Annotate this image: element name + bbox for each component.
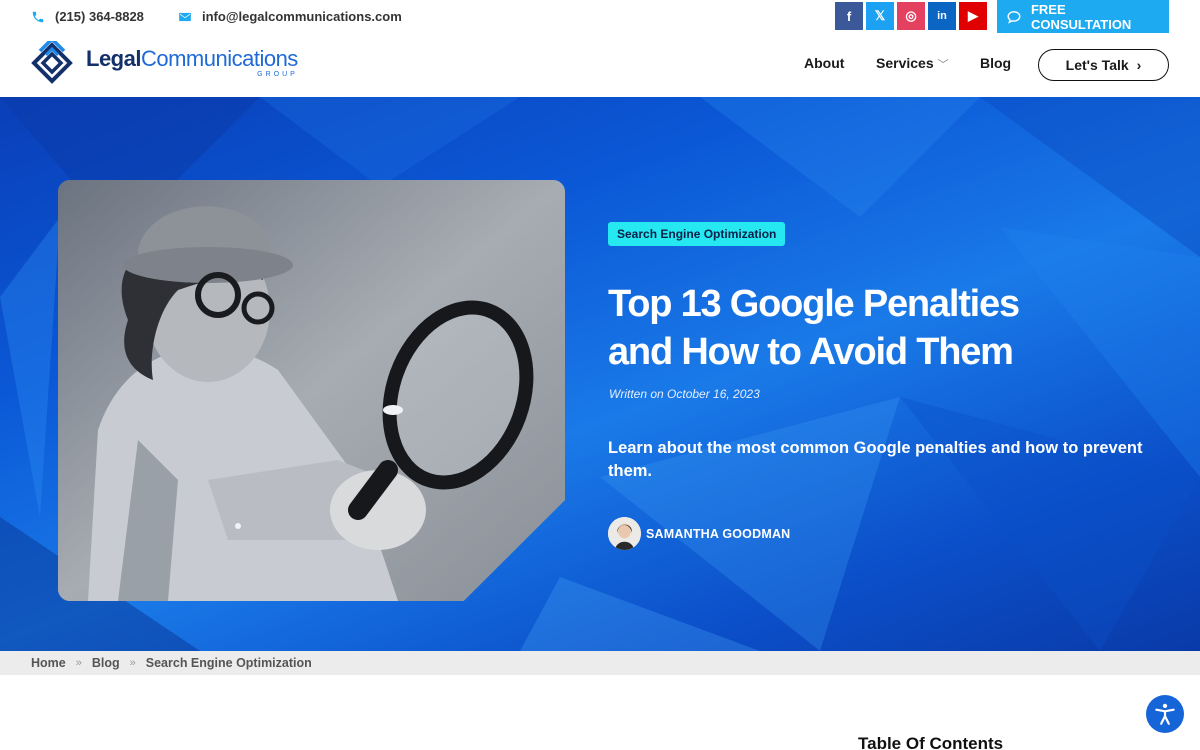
site-header: LegalCommunications GROUP About Services…	[0, 33, 1200, 97]
logo-subtext: GROUP	[257, 71, 298, 78]
lets-talk-label: Let's Talk	[1065, 57, 1129, 73]
envelope-icon	[179, 12, 191, 21]
breadcrumb-home[interactable]: Home	[31, 656, 66, 670]
top-bar: (215) 364-8828 info@legalcommunications.…	[0, 0, 1200, 33]
site-logo[interactable]: LegalCommunications GROUP	[30, 41, 298, 85]
youtube-icon[interactable]: ▶	[959, 2, 987, 30]
chevron-down-icon: ﹀	[937, 59, 949, 71]
phone-link[interactable]: (215) 364-8828	[31, 9, 144, 24]
hero-photo-child-magnifying-glass	[58, 180, 565, 601]
nav-blog[interactable]: Blog	[980, 55, 1011, 71]
free-consultation-label: FREE CONSULTATION	[1030, 1, 1132, 32]
nav-about[interactable]: About	[804, 55, 844, 71]
breadcrumb: Home » Blog » Search Engine Optimization	[0, 651, 1200, 675]
phone-number: (215) 364-8828	[55, 9, 144, 24]
instagram-icon[interactable]: ◎	[897, 2, 925, 30]
nav-services[interactable]: Services ﹀	[876, 55, 949, 72]
chat-bubble-icon	[1007, 10, 1021, 24]
linkedin-icon[interactable]: in	[928, 2, 956, 30]
breadcrumb-blog[interactable]: Blog	[92, 656, 120, 670]
author-avatar	[608, 517, 641, 550]
email-link[interactable]: info@legalcommunications.com	[178, 9, 402, 24]
email-address: info@legalcommunications.com	[202, 9, 402, 24]
nav-services-label: Services	[876, 55, 934, 71]
logo-text-bold: Legal	[86, 46, 141, 71]
post-subtitle: Learn about the most common Google penal…	[608, 439, 1143, 480]
lets-talk-button[interactable]: Let's Talk ›	[1038, 49, 1169, 81]
author-name: SAMANTHA GOODMAN	[646, 526, 791, 541]
post-date: Written on October 16, 2023	[609, 387, 760, 401]
social-links: f 𝕏 ◎ in ▶	[835, 2, 987, 30]
breadcrumb-separator: »	[75, 657, 82, 669]
facebook-icon[interactable]: f	[835, 2, 863, 30]
table-of-contents-heading: Table Of Contents	[858, 734, 1004, 750]
post-title: Top 13 Google Penalties and How to Avoid…	[608, 283, 1020, 373]
author-byline[interactable]: SAMANTHA GOODMAN	[608, 517, 790, 550]
phone-icon	[32, 11, 44, 22]
hero-banner: Search Engine Optimization Top 13 Google…	[0, 97, 1200, 651]
photo-illustration	[58, 180, 565, 601]
accessibility-icon	[1155, 703, 1175, 725]
free-consultation-button[interactable]: FREE CONSULTATION	[997, 0, 1169, 33]
x-twitter-icon[interactable]: 𝕏	[866, 2, 894, 30]
logo-diamond-icon	[31, 41, 73, 84]
breadcrumb-current: Search Engine Optimization	[145, 656, 312, 670]
accessibility-button[interactable]	[1146, 695, 1184, 733]
chevron-right-icon: ›	[1136, 57, 1142, 73]
breadcrumb-separator: »	[129, 657, 136, 669]
logo-text-light: Communications	[140, 46, 298, 71]
category-tag[interactable]: Search Engine Optimization	[608, 222, 786, 246]
